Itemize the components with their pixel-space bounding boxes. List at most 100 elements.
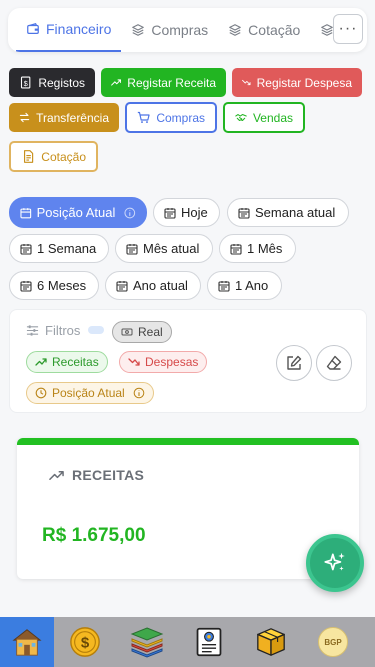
trend-down-icon	[128, 358, 140, 366]
tab-compras-label: Compras	[151, 22, 209, 38]
avatar-initials: BGP	[324, 637, 342, 647]
info-icon	[124, 207, 136, 218]
transfer-icon	[19, 112, 30, 123]
box-icon	[257, 628, 285, 656]
filter-receitas-label: Receitas	[52, 355, 99, 369]
stacked-layers-icon	[130, 627, 164, 658]
period-1-mes-label: 1 Mês	[247, 241, 283, 256]
filter-despesas-tag[interactable]: Despesas	[119, 351, 208, 373]
registar-despesa-button[interactable]: Registar Despesa	[232, 68, 362, 97]
period-ano-atual[interactable]: Ano atual	[105, 271, 201, 300]
layers-icon	[229, 24, 241, 36]
clock-icon	[35, 387, 47, 399]
cotacao-button[interactable]: Cotação	[9, 141, 98, 172]
nav-certificate[interactable]	[178, 617, 240, 667]
filter-real-tag[interactable]: Real	[112, 321, 172, 343]
svg-text:$: $	[24, 79, 29, 88]
eraser-icon	[326, 355, 342, 370]
calendar-icon	[238, 207, 250, 219]
info-icon	[133, 387, 145, 399]
filters-card: Filtros Real Receitas Despesas Posição A…	[9, 309, 367, 413]
registos-label: Registos	[38, 75, 85, 90]
trend-up-icon	[35, 358, 47, 366]
filter-receitas-tag[interactable]: Receitas	[26, 351, 108, 373]
receitas-value: R$ 1.675,00	[42, 525, 146, 546]
period-semana-atual-label: Semana atual	[255, 205, 336, 220]
period-mes-atual[interactable]: Mês atual	[115, 234, 213, 263]
receitas-header: RECEITAS	[49, 467, 144, 483]
cart-icon	[137, 111, 150, 123]
period-semana-atual[interactable]: Semana atual	[227, 198, 349, 227]
vendas-button[interactable]: Vendas	[223, 102, 305, 133]
filters-toggle[interactable]	[88, 326, 104, 334]
filters-title: Filtros	[45, 323, 81, 338]
period-1-mes[interactable]: 1 Mês	[219, 234, 296, 263]
period-hoje[interactable]: Hoje	[153, 198, 220, 227]
cotacao-label: Cotação	[41, 149, 86, 164]
handshake-icon	[235, 113, 247, 122]
period-1-semana-label: 1 Semana	[37, 241, 97, 256]
top-tab-bar: Financeiro Compras Cotação ···	[8, 8, 367, 52]
ai-assistant-fab[interactable]	[306, 534, 364, 592]
nav-profile[interactable]: BGP	[302, 617, 364, 667]
trend-down-icon	[242, 79, 251, 86]
tab-cotacao-label: Cotação	[248, 22, 301, 38]
period-6-meses-label: 6 Meses	[37, 278, 87, 293]
nav-financeiro[interactable]: $	[54, 617, 116, 667]
coin-icon: $	[70, 627, 100, 657]
certificate-icon	[196, 627, 222, 657]
house-icon	[12, 629, 42, 656]
nav-box[interactable]	[240, 617, 302, 667]
nav-home[interactable]	[0, 617, 54, 667]
registar-receita-label: Registar Receita	[127, 75, 216, 90]
registos-button[interactable]: $ Registos	[9, 68, 95, 97]
bottom-navigation: $ BGP	[0, 617, 375, 667]
sliders-icon	[26, 325, 39, 336]
period-ano-atual-label: Ano atual	[133, 278, 188, 293]
calendar-icon	[218, 280, 230, 292]
vendas-label: Vendas	[252, 110, 293, 125]
period-6-meses[interactable]: 6 Meses	[9, 271, 99, 300]
calendar-icon	[20, 243, 32, 255]
tab-compras[interactable]: Compras	[121, 8, 218, 52]
clear-filters-button[interactable]	[316, 345, 352, 381]
period-hoje-label: Hoje	[181, 205, 208, 220]
calendar-icon	[230, 243, 242, 255]
compras-label: Compras	[156, 110, 205, 125]
period-1-ano[interactable]: 1 Ano	[207, 271, 282, 300]
calendar-icon	[126, 243, 138, 255]
edit-filters-button[interactable]	[276, 345, 312, 381]
more-menu-button[interactable]: ···	[333, 14, 363, 44]
sparkles-icon	[324, 552, 345, 571]
calendar-icon	[164, 207, 176, 219]
period-mes-atual-label: Mês atual	[143, 241, 200, 256]
wallet-icon	[27, 23, 39, 34]
period-posicao-atual-label: Posição Atual	[36, 205, 116, 220]
receitas-title: RECEITAS	[72, 467, 145, 483]
tab-cotacao[interactable]: Cotação	[218, 8, 310, 52]
edit-icon	[287, 355, 302, 370]
document-icon	[23, 150, 34, 163]
period-1-semana[interactable]: 1 Semana	[9, 234, 109, 263]
calendar-icon	[20, 280, 32, 292]
filter-despesas-label: Despesas	[145, 355, 199, 369]
transferencia-label: Transferência	[36, 110, 109, 125]
trend-up-icon	[49, 470, 64, 480]
compras-button[interactable]: Compras	[125, 102, 217, 133]
tab-financeiro[interactable]: Financeiro	[16, 8, 122, 52]
layers-icon	[132, 24, 145, 36]
filter-real-label: Real	[138, 325, 163, 339]
more-icon: ···	[338, 20, 358, 37]
filter-posicao-atual-label: Posição Atual	[52, 386, 125, 400]
transferencia-button[interactable]: Transferência	[9, 103, 119, 132]
registar-receita-button[interactable]: Registar Receita	[101, 68, 226, 97]
period-1-ano-label: 1 Ano	[235, 278, 269, 293]
avatar: BGP	[318, 627, 348, 657]
period-posicao-atual[interactable]: Posição Atual	[9, 197, 147, 228]
registar-despesa-label: Registar Despesa	[256, 75, 352, 90]
dollar-doc-icon: $	[20, 76, 31, 89]
filter-posicao-atual-tag[interactable]: Posição Atual	[26, 382, 154, 404]
nav-layers[interactable]	[116, 617, 178, 667]
trend-up-icon	[111, 79, 122, 86]
cash-icon	[121, 328, 133, 336]
